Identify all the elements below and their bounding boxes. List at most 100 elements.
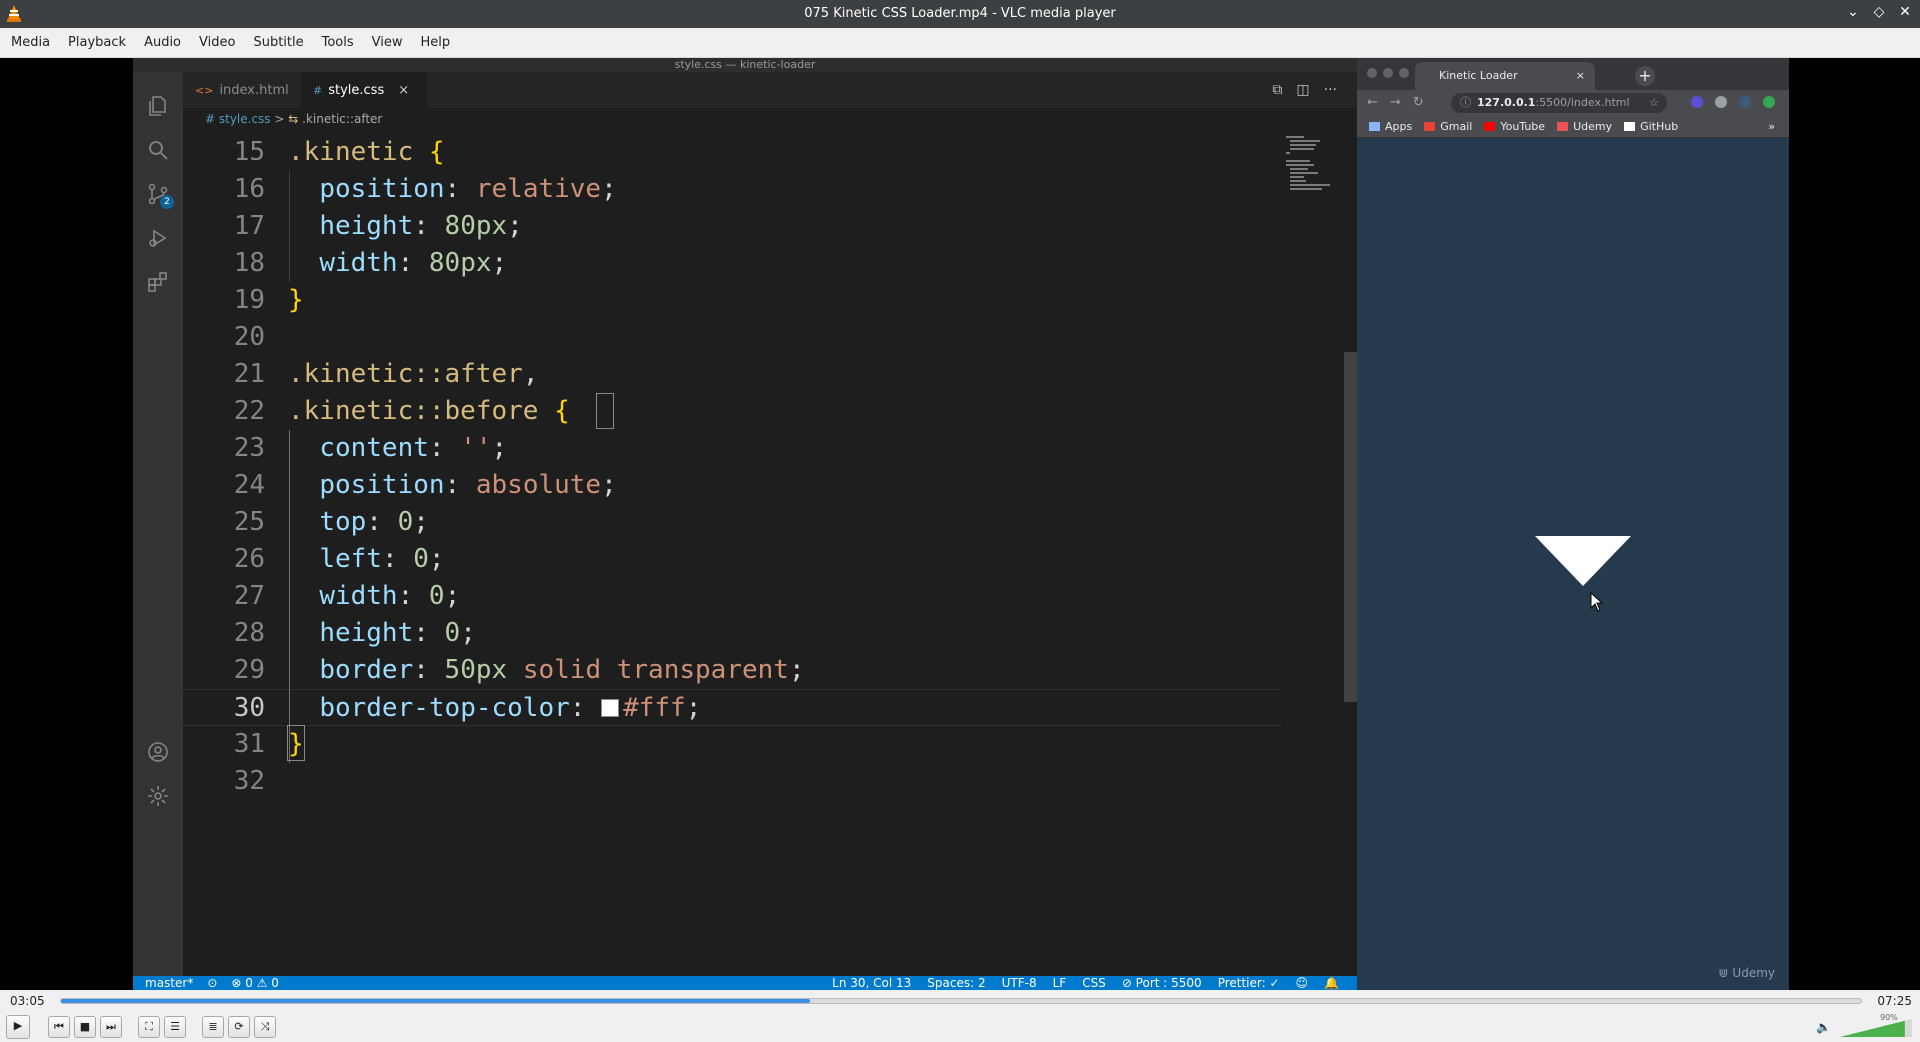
close-tab-icon[interactable]: × — [398, 83, 409, 98]
notifications-icon[interactable]: 🔔 — [1324, 976, 1339, 990]
code-line[interactable]: 16 position: relative; — [183, 171, 1283, 208]
reload-icon[interactable]: ↻ — [1413, 95, 1424, 110]
breadcrumb-symbol[interactable]: .kinetic::after — [302, 112, 382, 126]
tab-style-css[interactable]: # style.css × — [301, 72, 427, 108]
minimap[interactable] — [1286, 134, 1336, 194]
bookmark-youtube[interactable]: YouTube — [1484, 120, 1545, 133]
code-line[interactable]: 23 content: ''; — [183, 430, 1283, 467]
address-bar[interactable]: ⓘ 127.0.0.1:5500/index.html ☆ — [1451, 93, 1667, 113]
search-icon[interactable] — [146, 138, 170, 162]
code-line[interactable]: 26 left: 0; — [183, 541, 1283, 578]
seek-slider[interactable] — [60, 998, 1862, 1004]
video-area[interactable]: style.css — kinetic-loader 2 <> index.ht… — [0, 58, 1920, 990]
code-line[interactable]: 32 — [183, 763, 1283, 800]
indentation[interactable]: Spaces: 2 — [927, 976, 985, 990]
line-number: 21 — [233, 359, 265, 389]
volume-speaker-icon[interactable]: 🔈 — [1816, 1020, 1831, 1034]
code-line[interactable]: 27 width: 0; — [183, 578, 1283, 615]
problems-count[interactable]: ⊗ 0 ⚠ 0 — [231, 976, 279, 990]
menu-subtitle[interactable]: Subtitle — [244, 35, 312, 50]
git-branch[interactable]: master* — [145, 976, 193, 990]
code-line[interactable]: 21 .kinetic::after, — [183, 356, 1283, 393]
menu-tools[interactable]: Tools — [313, 35, 363, 50]
next-button[interactable]: ⏭ — [100, 1016, 122, 1038]
sync-icon[interactable]: ⊙ — [207, 976, 217, 990]
extension-dot-icon[interactable] — [1763, 96, 1775, 108]
bookmark-github[interactable]: GitHub — [1624, 120, 1678, 133]
bookmark-gmail[interactable]: Gmail — [1424, 120, 1472, 133]
code-token: ; — [788, 655, 805, 685]
run-debug-icon[interactable] — [146, 226, 170, 250]
more-bookmarks-icon[interactable]: » — [1768, 120, 1775, 133]
bookmark-udemy[interactable]: Udemy — [1557, 120, 1612, 133]
zoom-dot-icon[interactable] — [1399, 68, 1409, 78]
close-icon[interactable]: ✕ — [1896, 4, 1914, 20]
menu-video[interactable]: Video — [190, 35, 244, 50]
maximize-icon[interactable]: ◇ — [1870, 4, 1888, 20]
minimize-icon[interactable]: ⌄ — [1844, 4, 1862, 20]
live-server-port[interactable]: ⊘ Port : 5500 — [1122, 976, 1202, 990]
back-arrow-icon[interactable]: ← — [1367, 95, 1378, 110]
cursor-position[interactable]: Ln 30, Col 13 — [832, 976, 911, 990]
open-changes-icon[interactable]: ⧉ — [1272, 82, 1282, 98]
menu-media[interactable]: Media — [2, 35, 59, 50]
bookmark-apps[interactable]: Apps — [1369, 120, 1412, 133]
extensions-puzzle-icon[interactable] — [1715, 96, 1727, 108]
stop-button[interactable]: ■ — [74, 1016, 96, 1038]
extension-shield-icon[interactable] — [1691, 96, 1703, 108]
code-line[interactable]: 24 position: absolute; — [183, 467, 1283, 504]
site-info-icon[interactable]: ⓘ — [1460, 93, 1471, 113]
volume-slider[interactable] — [1840, 1016, 1912, 1038]
play-button[interactable]: ▶ — [6, 1015, 30, 1039]
menu-help[interactable]: Help — [412, 35, 460, 50]
explorer-icon[interactable] — [146, 94, 170, 118]
code-line[interactable]: 31} — [183, 726, 1283, 763]
end-of-line[interactable]: LF — [1053, 976, 1067, 990]
forward-arrow-icon[interactable]: → — [1390, 95, 1401, 110]
code-line[interactable]: 15 .kinetic { — [183, 134, 1283, 171]
shuffle-button[interactable]: ⤨ — [254, 1016, 276, 1038]
color-swatch-icon[interactable] — [601, 699, 620, 717]
close-dot-icon[interactable] — [1367, 68, 1377, 78]
minimize-dot-icon[interactable] — [1383, 68, 1393, 78]
prettier-status[interactable]: Prettier: ✓ — [1218, 976, 1280, 990]
settings-gear-icon[interactable] — [146, 784, 170, 808]
profile-icon[interactable] — [1739, 96, 1751, 108]
close-tab-icon[interactable]: × — [1576, 62, 1585, 90]
encoding[interactable]: UTF-8 — [1002, 976, 1037, 990]
previous-button[interactable]: ⏮ — [48, 1016, 70, 1038]
code-line[interactable]: 28 height: 0; — [183, 615, 1283, 652]
playlist-button[interactable]: ≣ — [202, 1016, 224, 1038]
code-token: position — [319, 470, 445, 500]
code-line[interactable]: 17 height: 80px; — [183, 208, 1283, 245]
split-editor-icon[interactable]: ◫ — [1296, 82, 1309, 98]
new-tab-button[interactable]: + — [1635, 66, 1655, 86]
code-line[interactable]: 30 border-top-color: #fff; — [183, 689, 1283, 726]
accounts-icon[interactable] — [146, 740, 170, 764]
more-actions-icon[interactable]: ··· — [1324, 82, 1337, 98]
menu-view[interactable]: View — [363, 35, 412, 50]
extended-settings-button[interactable]: ☰ — [164, 1016, 186, 1038]
source-control-icon[interactable] — [146, 182, 174, 209]
menu-audio[interactable]: Audio — [135, 35, 190, 50]
menu-playback[interactable]: Playback — [59, 35, 135, 50]
feedback-icon[interactable]: ☺ — [1296, 976, 1309, 990]
language-mode[interactable]: CSS — [1082, 976, 1106, 990]
code-line[interactable]: 22 .kinetic::before { — [183, 393, 1283, 430]
bookmark-star-icon[interactable]: ☆ — [1649, 93, 1659, 113]
tab-index-html[interactable]: <> index.html — [183, 72, 301, 108]
code-editor[interactable]: 15 .kinetic {16 position: relative; 17 hei… — [183, 134, 1357, 942]
code-line[interactable]: 20 — [183, 319, 1283, 356]
code-line[interactable]: 18 width: 80px; — [183, 245, 1283, 282]
loop-button[interactable]: ⟳ — [228, 1016, 250, 1038]
extensions-icon[interactable] — [146, 270, 170, 294]
code-line[interactable]: 19} — [183, 282, 1283, 319]
browser-tab[interactable]: Kinetic Loader × — [1415, 62, 1595, 90]
editor-scrollbar[interactable] — [1344, 352, 1357, 702]
breadcrumb-file[interactable]: # style.css — [205, 112, 271, 126]
code-line[interactable]: 29 border: 50px solid transparent; — [183, 652, 1283, 689]
code-line[interactable]: 25 top: 0; — [183, 504, 1283, 541]
fullscreen-button[interactable]: ⛶ — [138, 1016, 160, 1038]
bookmarks-bar: Apps Gmail YouTube Udemy GitHub » — [1357, 116, 1789, 138]
